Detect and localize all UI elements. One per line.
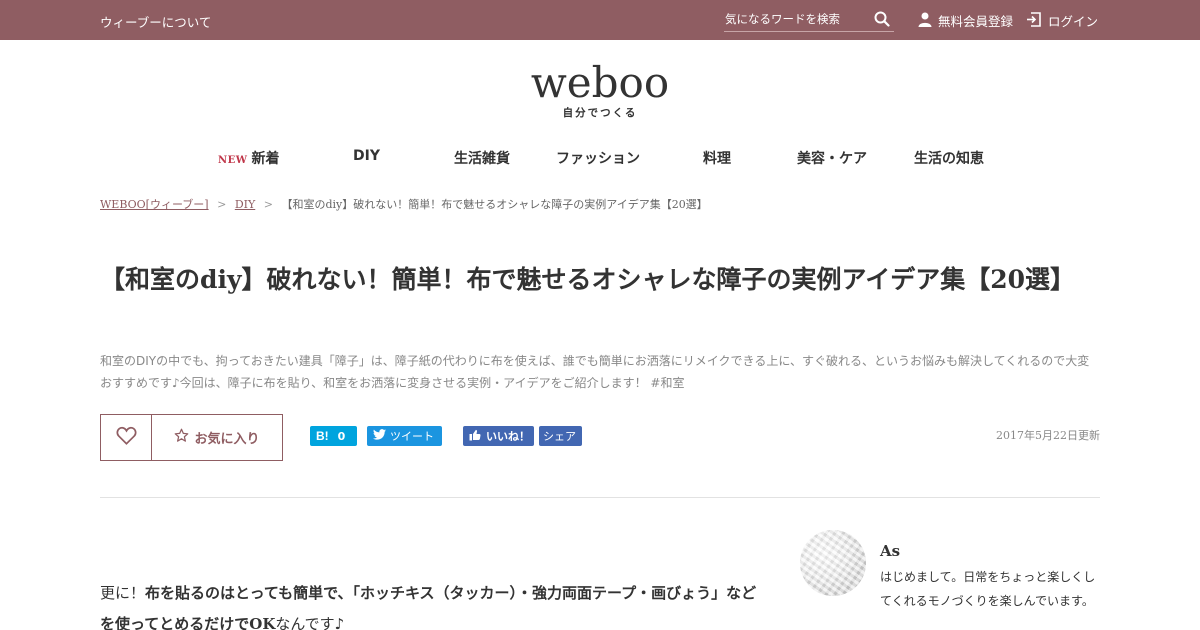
article-title: 【和室のdiy】破れない！簡単！布で魅せるオシャレな障子の実例アイデア集【20選… [100, 265, 1076, 294]
tweet-button[interactable]: ツイート [367, 426, 442, 446]
breadcrumb-separator: > [263, 198, 273, 211]
thumbs-up-icon [469, 429, 486, 444]
nav-item-diy[interactable]: DIY [353, 148, 380, 164]
top-bar: ウィーブーについて 無料会員登録 ログイン [0, 0, 1200, 40]
breadcrumb-separator: > [217, 198, 227, 211]
logo-tagline: 自分でつくる [562, 107, 638, 119]
body-text-suffix: なんです♪ [275, 615, 345, 630]
breadcrumb: WEBOO[ウィーブー] > DIY > 【和室のdiy】破れない！簡単！布で魅… [100, 196, 708, 212]
about-link[interactable]: ウィーブーについて [100, 12, 211, 31]
site-logo[interactable]: weboo 自分でつくる [0, 58, 1200, 120]
article-body-paragraph: 更に！布を貼るのはとっても簡単で、「ホッチキス（タッカー）・強力両面テープ・画び… [100, 578, 770, 630]
login-label: ログイン [1048, 14, 1099, 29]
login-link[interactable]: ログイン [1026, 11, 1098, 30]
main-nav: NEW 新着 DIY 生活雑貨 ファッション 料理 美容・ケア 生活の知恵 [0, 148, 1200, 168]
author-name[interactable]: As [880, 542, 900, 560]
author-avatar[interactable] [800, 530, 866, 596]
hatena-count: 0 [337, 429, 346, 443]
star-icon [174, 428, 194, 447]
author-bio: はじめまして。日常をちょっと楽しくしてくれるモノづくりを楽しんでいます。 [880, 570, 1096, 608]
logo-wordmark: weboo [530, 58, 670, 107]
add-favorite-button[interactable]: お気に入り [152, 415, 282, 460]
heart-icon [116, 426, 137, 449]
nav-item-goods[interactable]: 生活雑貨 [454, 148, 510, 168]
article-lead: 和室のDIYの中でも、拘っておきたい建具「障子」は、障子紙の代わりに布を使えば、… [100, 354, 1090, 390]
body-text-prefix: 更に！ [100, 584, 146, 602]
facebook-share-button[interactable]: シェア [539, 426, 582, 446]
body-text-bold: 布を貼るのはとっても簡単で、「ホッチキス（タッカー）・強力両面テープ・画びょう」… [100, 584, 757, 630]
like-label: いいね！ [486, 430, 530, 443]
login-icon [1026, 11, 1048, 30]
nav-label: 新着 [251, 151, 280, 167]
facebook-like-button[interactable]: いいね！ [463, 426, 534, 446]
register-link[interactable]: 無料会員登録 [918, 11, 1013, 30]
search-input[interactable] [725, 12, 865, 26]
new-badge: NEW [218, 155, 248, 166]
search-box [724, 9, 894, 32]
divider [100, 497, 1100, 498]
nav-item-new[interactable]: NEW 新着 [218, 148, 280, 168]
breadcrumb-current: 【和室のdiy】破れない！簡単！布で魅せるオシャレな障子の実例アイデア集【20選… [281, 198, 708, 211]
register-label: 無料会員登録 [938, 14, 1014, 29]
nav-item-fashion[interactable]: ファッション [556, 148, 640, 168]
twitter-bird-icon [373, 429, 390, 443]
breadcrumb-home[interactable]: WEBOO[ウィーブー] [100, 198, 209, 211]
tweet-label: ツイート [390, 430, 434, 443]
nav-item-cooking[interactable]: 料理 [703, 148, 731, 168]
user-icon [918, 12, 938, 30]
search-icon[interactable] [874, 11, 890, 27]
breadcrumb-category[interactable]: DIY [235, 198, 255, 211]
favorite-box: お気に入り [100, 414, 283, 461]
updated-date: 2017年5月22日更新 [996, 429, 1100, 442]
hatena-bookmark-button[interactable]: B! 0 [310, 426, 357, 446]
like-heart-button[interactable] [101, 415, 152, 460]
nav-item-beauty[interactable]: 美容・ケア [797, 148, 867, 168]
favorite-label: お気に入り [194, 432, 260, 447]
hatena-icon: B! [316, 429, 329, 443]
nav-item-tips[interactable]: 生活の知恵 [914, 148, 984, 168]
